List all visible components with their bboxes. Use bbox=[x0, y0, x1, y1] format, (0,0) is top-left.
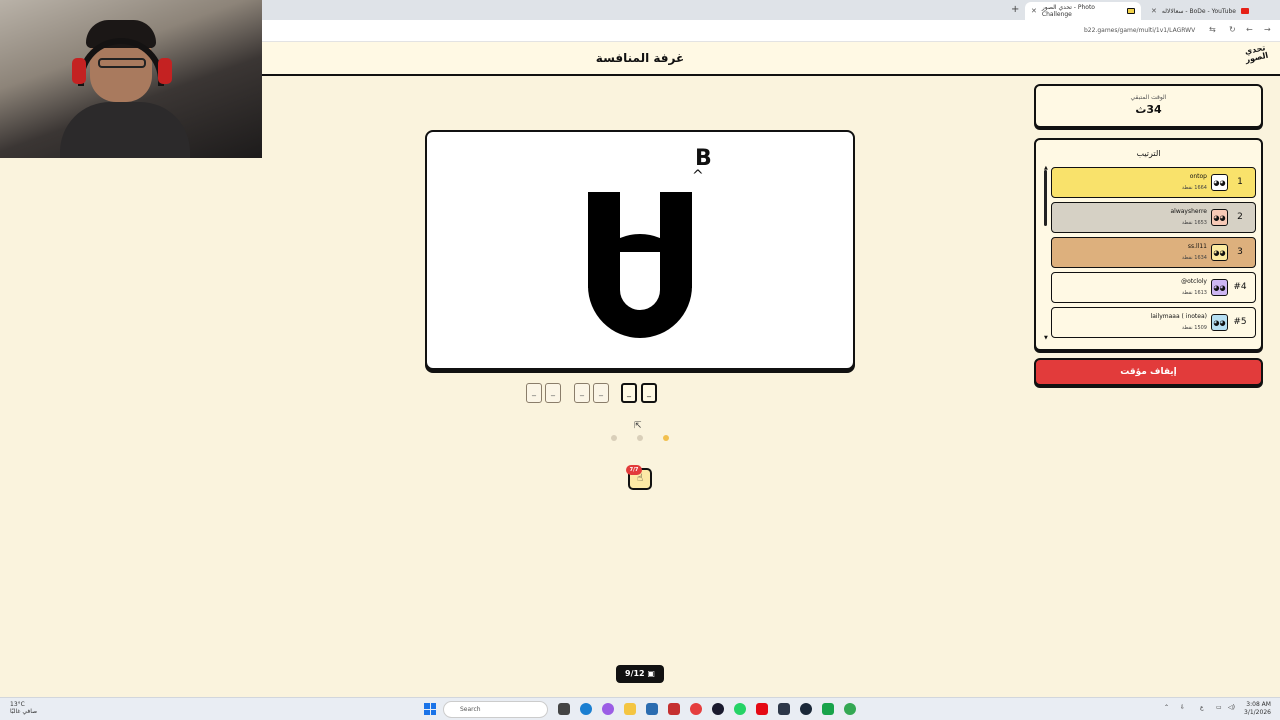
url-text: b22.games/game/multi/1v1/LAGRWV bbox=[1084, 27, 1196, 34]
streamer-figure bbox=[60, 18, 190, 158]
ranking-panel: الترتيب ▲ ▼ 1 ◕◕ ontop 1664 نقطة 2 ◕◕ al… bbox=[1034, 138, 1263, 351]
ranking-scrollbar[interactable] bbox=[1044, 170, 1047, 226]
player-name: ss.ll11 bbox=[1187, 243, 1207, 250]
player-name: alwaysherre bbox=[1170, 208, 1208, 215]
whatsapp-icon[interactable] bbox=[734, 703, 746, 715]
tab-photo-challenge-label: تحدي الصور - Photo Challenge bbox=[1041, 4, 1095, 18]
weather-temp: 13°C bbox=[10, 701, 25, 708]
player-points: 1653 نقطة bbox=[1181, 220, 1207, 226]
player-points: 1613 نقطة bbox=[1181, 290, 1207, 296]
netflix-icon[interactable] bbox=[756, 703, 768, 715]
file-explorer-icon[interactable] bbox=[624, 703, 636, 715]
timer-value: 34ث bbox=[1135, 103, 1162, 116]
timer-card: الوقت المتبقي 34ث bbox=[1034, 84, 1263, 128]
system-clock[interactable]: 3:08 AM 3/1/2026 bbox=[1244, 701, 1271, 717]
terminal-icon[interactable] bbox=[778, 703, 790, 715]
reload-icon[interactable]: ↻ bbox=[1229, 25, 1236, 34]
clock-time: 3:08 AM bbox=[1246, 701, 1271, 708]
weather-desc: صافي غالبًا bbox=[10, 708, 38, 715]
tray-overflow-icon[interactable]: ⌃ bbox=[1164, 704, 1169, 711]
obs-icon[interactable] bbox=[712, 703, 724, 715]
answer-slot[interactable]: _ bbox=[545, 383, 561, 403]
pause-button[interactable]: إيقاف مؤقت bbox=[1034, 358, 1263, 386]
page-title: غرفة المنافسة bbox=[595, 51, 685, 65]
ranking-row: #4 ◕◕ @otcloly 1613 نقطة bbox=[1051, 272, 1256, 303]
game-favicon-icon bbox=[1127, 8, 1135, 14]
clock-date: 3/1/2026 bbox=[1244, 709, 1271, 716]
answer-slot[interactable]: _ bbox=[621, 383, 637, 403]
hint-count-badge: 7/7 bbox=[626, 465, 642, 475]
rank-number: 1 bbox=[1237, 177, 1243, 187]
task-view-icon[interactable] bbox=[558, 703, 570, 715]
steam-icon[interactable] bbox=[800, 703, 812, 715]
ranking-row: 2 ◕◕ alwaysherre 1653 نقطة bbox=[1051, 202, 1256, 233]
player-name: ontop bbox=[1189, 173, 1207, 180]
puzzle-caret: ^ bbox=[692, 168, 704, 184]
volume-icon[interactable]: ◁) bbox=[1228, 704, 1235, 711]
avatar: ◕◕ bbox=[1211, 314, 1228, 331]
image-icon: ▣ bbox=[647, 669, 655, 678]
puzzle-image-card: B ^ bbox=[425, 130, 855, 370]
player-points: 1634 نقطة bbox=[1181, 255, 1207, 261]
rank-number: 3 bbox=[1237, 247, 1243, 257]
rank-number: #4 bbox=[1233, 282, 1247, 292]
close-tab-icon[interactable]: ✕ bbox=[1031, 7, 1037, 15]
avatar: ◕◕ bbox=[1211, 279, 1228, 296]
rank-number: #5 bbox=[1233, 317, 1247, 327]
tab-youtube-label: سعالالاله - BoDe - YouTube bbox=[1161, 7, 1236, 15]
ranking-row: 3 ◕◕ ss.ll11 1634 نقطة bbox=[1051, 237, 1256, 268]
network-icon[interactable]: ▭ bbox=[1216, 704, 1222, 711]
avatar: ◕◕ bbox=[1211, 244, 1228, 261]
store-icon[interactable] bbox=[646, 703, 658, 715]
app-logo[interactable]: تحدي الصور bbox=[1241, 43, 1274, 74]
answer-slot[interactable]: _ bbox=[593, 383, 609, 403]
avatar: ◕◕ bbox=[1211, 209, 1228, 226]
rank-number: 2 bbox=[1237, 212, 1243, 222]
app-icon[interactable] bbox=[690, 703, 702, 715]
weather-widget[interactable]: 13°C صافي غالبًا bbox=[10, 701, 37, 715]
new-tab-icon[interactable]: + bbox=[1011, 4, 1019, 15]
back-icon[interactable]: ← bbox=[1246, 25, 1253, 34]
webcam-overlay bbox=[0, 0, 262, 158]
answer-slot[interactable]: _ bbox=[526, 383, 542, 403]
tab-youtube[interactable]: ✕ سعالالاله - BoDe - YouTube bbox=[1145, 2, 1270, 20]
answer-slot[interactable]: _ bbox=[574, 383, 590, 403]
timer-label: الوقت المتبقي bbox=[1130, 94, 1167, 101]
edge-icon[interactable] bbox=[580, 703, 592, 715]
start-menu-icon[interactable] bbox=[424, 703, 436, 715]
ranking-title: الترتيب bbox=[1136, 149, 1161, 158]
download-icon[interactable]: ⇩ bbox=[1180, 704, 1185, 711]
loading-dot bbox=[663, 435, 669, 441]
player-name: @otcloly bbox=[1181, 278, 1207, 285]
ranking-row: #5 ◕◕ lailymaaa ( inotea) 1509 نقطة bbox=[1051, 307, 1256, 338]
player-name: lailymaaa ( inotea) bbox=[1150, 313, 1207, 320]
progress-text: 9/12 bbox=[625, 669, 645, 678]
letter-u-shape bbox=[586, 190, 694, 342]
tab-photo-challenge[interactable]: ✕ تحدي الصور - Photo Challenge bbox=[1025, 2, 1141, 20]
player-points: 1664 نقطة bbox=[1181, 185, 1207, 191]
mcafee-icon[interactable] bbox=[668, 703, 680, 715]
youtube-favicon-icon bbox=[1240, 8, 1249, 14]
loading-dot bbox=[637, 435, 643, 441]
copilot-icon[interactable] bbox=[602, 703, 614, 715]
windows-taskbar: 13°C صافي غالبًا Search ⌃ ⇩ ع ▭ ◁) 3:08 … bbox=[0, 697, 1280, 720]
ranking-row: 1 ◕◕ ontop 1664 نقطة bbox=[1051, 167, 1256, 198]
forward-icon[interactable]: → bbox=[1264, 25, 1271, 34]
taskbar-search[interactable]: Search bbox=[443, 701, 548, 718]
scroll-down-icon[interactable]: ▼ bbox=[1044, 335, 1048, 341]
translate-icon[interactable]: ⇆ bbox=[1209, 25, 1216, 34]
xbox-icon[interactable] bbox=[822, 703, 834, 715]
answer-slot[interactable]: _ bbox=[641, 383, 657, 403]
question-progress: 9/12 ▣ bbox=[616, 665, 664, 683]
loading-dot bbox=[611, 435, 617, 441]
chrome-icon[interactable] bbox=[844, 703, 856, 715]
mouse-cursor-icon: ⇱ bbox=[634, 421, 642, 431]
language-icon[interactable]: ع bbox=[1200, 704, 1204, 711]
player-points: 1509 نقطة bbox=[1181, 325, 1207, 331]
avatar: ◕◕ bbox=[1211, 174, 1228, 191]
close-tab-icon[interactable]: ✕ bbox=[1151, 7, 1157, 15]
